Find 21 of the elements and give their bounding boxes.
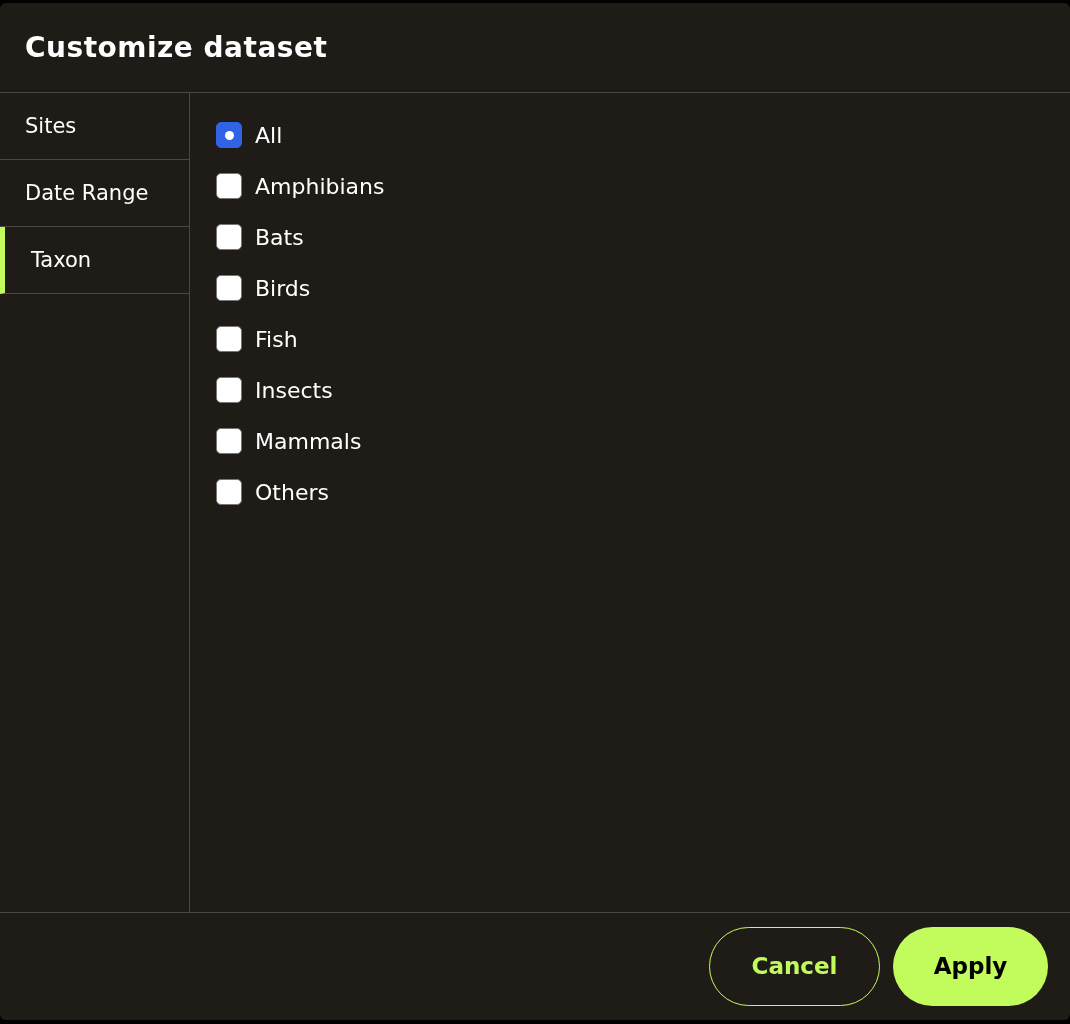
- checkbox[interactable]: [216, 428, 242, 454]
- checkbox[interactable]: [216, 122, 242, 148]
- option-label: Birds: [255, 274, 311, 303]
- checkbox[interactable]: [216, 326, 242, 352]
- checkbox[interactable]: [216, 275, 242, 301]
- sidebar-tab[interactable]: Taxon: [0, 227, 189, 294]
- option-label: Amphibians: [255, 172, 385, 201]
- option-label: Fish: [255, 325, 298, 354]
- option-label: All: [255, 121, 283, 150]
- checkbox[interactable]: [216, 479, 242, 505]
- option-label: Bats: [255, 223, 304, 252]
- apply-button[interactable]: Apply: [893, 927, 1048, 1006]
- option-label: Insects: [255, 376, 333, 405]
- checkbox[interactable]: [216, 224, 242, 250]
- checkbox[interactable]: [216, 377, 242, 403]
- sidebar-tab[interactable]: Sites: [0, 93, 189, 160]
- dialog-title: Customize dataset: [25, 29, 328, 66]
- option-label: Others: [255, 478, 329, 507]
- option-label: Mammals: [255, 427, 362, 456]
- sidebar-tab[interactable]: Date Range: [0, 160, 189, 227]
- checkbox[interactable]: [216, 173, 242, 199]
